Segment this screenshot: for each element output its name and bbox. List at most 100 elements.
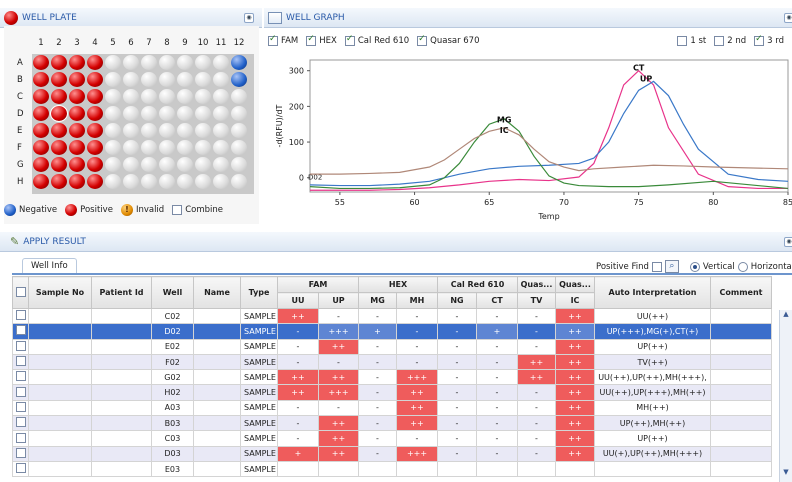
col-target-mg[interactable]: MG bbox=[358, 292, 397, 309]
tab-well-info[interactable]: Well Info bbox=[22, 258, 77, 274]
table-row[interactable]: F02 SAMPLE - - - - - - ++ ++ TV(++) bbox=[12, 353, 772, 371]
well-B3[interactable] bbox=[69, 72, 85, 87]
well-E11[interactable] bbox=[213, 123, 229, 138]
well-E6[interactable] bbox=[123, 123, 139, 138]
well-B1[interactable] bbox=[33, 72, 49, 87]
well-G8[interactable] bbox=[159, 157, 175, 172]
well-H3[interactable] bbox=[69, 174, 85, 189]
row-checkbox-cell[interactable] bbox=[12, 353, 29, 371]
col-name[interactable]: Name bbox=[193, 276, 241, 309]
col-patient-id[interactable]: Patient Id bbox=[91, 276, 152, 309]
row-checkbox-cell[interactable] bbox=[12, 430, 29, 447]
well-C8[interactable] bbox=[159, 89, 175, 104]
positive-find-checkbox[interactable] bbox=[651, 261, 662, 272]
well-H1[interactable] bbox=[33, 174, 49, 189]
row-checkbox-cell[interactable] bbox=[12, 460, 29, 478]
well-D10[interactable] bbox=[195, 106, 211, 121]
well-F1[interactable] bbox=[33, 140, 49, 155]
checkbox-icon[interactable] bbox=[344, 34, 355, 46]
col-target-ic[interactable]: IC bbox=[555, 292, 595, 309]
col-group-5[interactable]: Quas... bbox=[555, 276, 595, 293]
well-G1[interactable] bbox=[33, 157, 49, 172]
well-H10[interactable] bbox=[195, 174, 211, 189]
well-B2[interactable] bbox=[51, 72, 67, 87]
magnifier-icon[interactable]: ⌕ bbox=[664, 260, 679, 273]
well-C3[interactable] bbox=[69, 89, 85, 104]
well-H12[interactable] bbox=[231, 174, 247, 189]
well-C4[interactable] bbox=[87, 89, 103, 104]
well-graph-collapse-button[interactable]: ◉ bbox=[784, 13, 792, 23]
col-target-tv[interactable]: TV bbox=[517, 292, 556, 309]
combine-checkbox[interactable]: Combine bbox=[172, 205, 223, 215]
table-row[interactable]: D03 SAMPLE + ++ - +++ - - - ++ UU(+),UP(++),MH(+++… bbox=[12, 445, 772, 462]
well-D5[interactable] bbox=[105, 106, 121, 121]
well-D12[interactable] bbox=[231, 106, 247, 121]
well-A5[interactable] bbox=[105, 55, 121, 70]
combine-check-icon[interactable] bbox=[172, 205, 183, 215]
table-row[interactable]: B03 SAMPLE - ++ - ++ - - - ++ UP(++),MH(++) bbox=[12, 415, 772, 432]
well-G3[interactable] bbox=[69, 157, 85, 172]
well-C1[interactable] bbox=[33, 89, 49, 104]
checkbox-icon[interactable] bbox=[15, 432, 26, 443]
well-B11[interactable] bbox=[213, 72, 229, 87]
well-F10[interactable] bbox=[195, 140, 211, 155]
row-checkbox-cell[interactable] bbox=[12, 384, 29, 401]
dye-filter-hex[interactable]: HEX bbox=[306, 34, 337, 46]
col-target-up[interactable]: UP bbox=[318, 292, 359, 309]
well-B5[interactable] bbox=[105, 72, 121, 87]
well-F9[interactable] bbox=[177, 140, 193, 155]
well-H11[interactable] bbox=[213, 174, 229, 189]
well-D4[interactable] bbox=[87, 106, 103, 121]
well-G9[interactable] bbox=[177, 157, 193, 172]
well-F2[interactable] bbox=[51, 140, 67, 155]
well-A1[interactable] bbox=[33, 55, 49, 70]
well-C2[interactable] bbox=[51, 89, 67, 104]
well-F3[interactable] bbox=[69, 140, 85, 155]
col-sample-no[interactable]: Sample No bbox=[28, 276, 92, 309]
well-plate-collapse-button[interactable]: ◉ bbox=[244, 13, 254, 23]
well-E1[interactable] bbox=[33, 123, 49, 138]
col-well[interactable]: Well bbox=[151, 276, 194, 309]
deriv-option[interactable]: 2 nd bbox=[714, 36, 746, 46]
radio-icon[interactable] bbox=[737, 261, 748, 272]
table-row[interactable]: E03 SAMPLE bbox=[12, 460, 772, 478]
well-F12[interactable] bbox=[231, 140, 247, 155]
well-B8[interactable] bbox=[159, 72, 175, 87]
row-checkbox-cell[interactable] bbox=[12, 399, 29, 417]
well-B12[interactable] bbox=[231, 72, 247, 87]
well-E4[interactable] bbox=[87, 123, 103, 138]
row-checkbox-cell[interactable] bbox=[12, 369, 29, 386]
table-row[interactable]: H02 SAMPLE ++ +++ - ++ - - - ++ UU(++),UP(+++),MH(… bbox=[12, 384, 772, 401]
scroll-up-icon[interactable]: ▲ bbox=[780, 310, 792, 322]
well-D1[interactable] bbox=[33, 106, 49, 121]
checkbox-icon[interactable] bbox=[306, 34, 317, 46]
table-row[interactable]: E02 SAMPLE - ++ - - - - - ++ UP(++) bbox=[12, 338, 772, 355]
well-A4[interactable] bbox=[87, 55, 103, 70]
col-group-2[interactable]: HEX bbox=[358, 276, 438, 293]
table-row[interactable]: A03 SAMPLE - - - ++ - - - ++ MH(++) bbox=[12, 399, 772, 417]
well-A11[interactable] bbox=[213, 55, 229, 70]
well-G7[interactable] bbox=[141, 157, 157, 172]
radio-icon[interactable] bbox=[689, 261, 700, 272]
well-F4[interactable] bbox=[87, 140, 103, 155]
checkbox-icon[interactable] bbox=[15, 417, 26, 428]
row-checkbox-cell[interactable] bbox=[12, 445, 29, 462]
dye-filter-cal-red-610[interactable]: Cal Red 610 bbox=[344, 34, 409, 46]
well-H9[interactable] bbox=[177, 174, 193, 189]
checkbox-icon[interactable] bbox=[15, 325, 26, 336]
well-F6[interactable] bbox=[123, 140, 139, 155]
well-B6[interactable] bbox=[123, 72, 139, 87]
well-A12[interactable] bbox=[231, 55, 247, 70]
well-E8[interactable] bbox=[159, 123, 175, 138]
well-B7[interactable] bbox=[141, 72, 157, 87]
well-G4[interactable] bbox=[87, 157, 103, 172]
well-C10[interactable] bbox=[195, 89, 211, 104]
well-A6[interactable] bbox=[123, 55, 139, 70]
well-C6[interactable] bbox=[123, 89, 139, 104]
checkbox-icon[interactable] bbox=[15, 356, 26, 367]
checkbox-icon[interactable] bbox=[15, 286, 26, 297]
checkbox-icon[interactable] bbox=[754, 34, 765, 46]
well-H8[interactable] bbox=[159, 174, 175, 189]
well-H2[interactable] bbox=[51, 174, 67, 189]
checkbox-icon[interactable] bbox=[15, 463, 26, 474]
